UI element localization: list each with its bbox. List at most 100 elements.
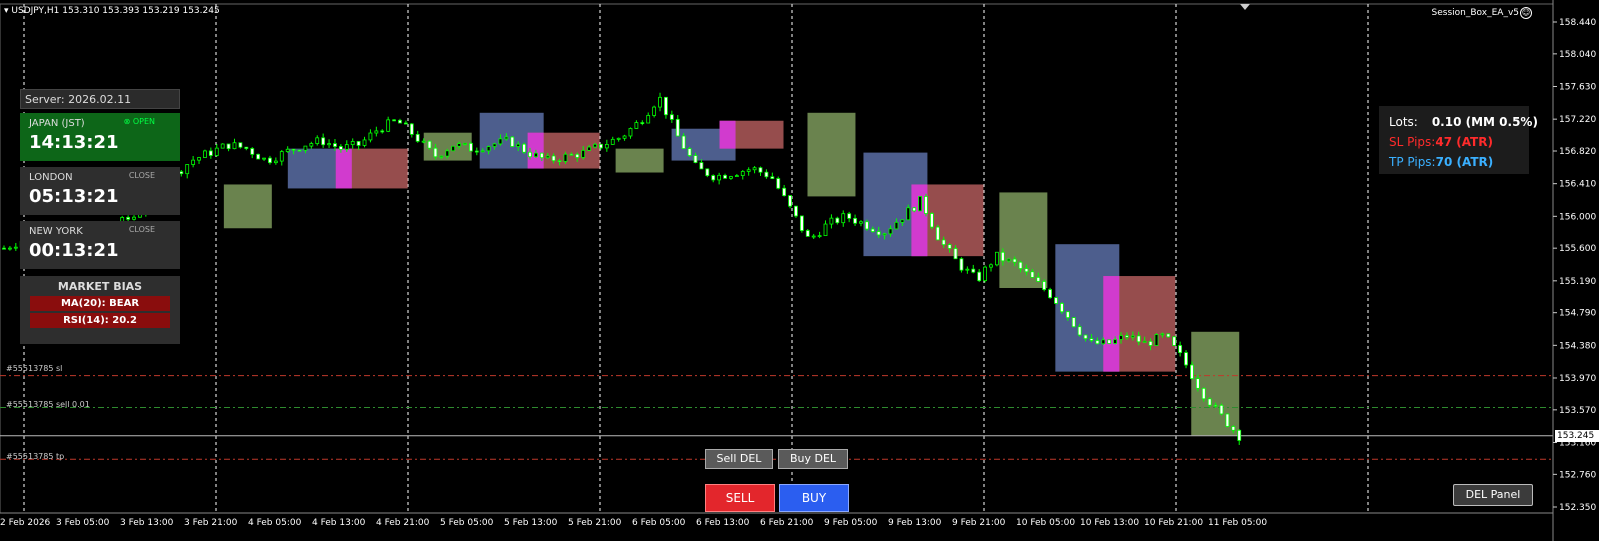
session-time: 14:13:21 <box>29 132 119 153</box>
candle-body <box>1107 339 1112 344</box>
candle-body <box>971 268 976 273</box>
time-tick-label: 4 Feb 13:00 <box>312 518 366 528</box>
dropdown-arrow-icon[interactable]: ▾ <box>4 6 9 16</box>
price-tick-label: 158.440 <box>1559 18 1596 28</box>
sl-line-label[interactable]: #55513785 sl <box>6 364 62 373</box>
candle-body <box>995 251 999 266</box>
candle-body <box>279 151 284 162</box>
candle-body <box>303 145 308 151</box>
candle-body <box>1225 413 1230 427</box>
candle-body <box>445 150 450 157</box>
candle-body <box>368 132 373 141</box>
candle-body <box>315 137 320 144</box>
candle-body <box>1095 340 1100 345</box>
candle-body <box>924 196 928 214</box>
candle-body <box>664 96 668 116</box>
candle-body <box>835 217 840 224</box>
price-tick-label: 152.760 <box>1559 470 1596 480</box>
lots-value: 0.10 (MM 0.5%) <box>1431 115 1538 129</box>
candle-body <box>197 157 201 161</box>
candle-body <box>740 171 745 176</box>
chart-shift-marker[interactable] <box>1240 4 1250 10</box>
candle-body <box>723 174 727 179</box>
plot-frame <box>0 3 1554 514</box>
candle-body <box>1089 338 1094 341</box>
smiley-icon[interactable]: ☺ <box>1520 7 1532 19</box>
candle-body <box>268 157 272 164</box>
candle-body <box>439 155 444 158</box>
candle-body <box>126 217 131 220</box>
candle-body <box>374 130 379 134</box>
time-tick-label: 5 Feb 21:00 <box>568 518 622 528</box>
lots-label: Lots: <box>1389 115 1418 129</box>
candle-body <box>1030 271 1035 278</box>
session-box-tokyo <box>999 192 1048 288</box>
candle-body <box>841 213 846 224</box>
candle-body <box>717 174 722 181</box>
candle-body <box>658 96 662 108</box>
candle-body <box>1006 258 1011 262</box>
candle-body <box>457 143 461 147</box>
time-tick-label: 5 Feb 13:00 <box>504 518 558 528</box>
candle-body <box>829 217 834 225</box>
session-status: CLOSE <box>128 171 155 180</box>
candle-body <box>941 239 946 246</box>
candle-body <box>1154 334 1159 346</box>
candle-body <box>492 143 497 147</box>
tp-line-label[interactable]: #55513785 tp <box>6 452 64 461</box>
candle-body <box>516 143 521 147</box>
candle-body <box>646 115 651 124</box>
candle-body <box>882 233 887 236</box>
candle-body <box>451 145 456 152</box>
candle-body <box>729 176 733 179</box>
sl-pips-label: SL Pips: <box>1389 135 1436 149</box>
time-tick-label: 3 Feb 13:00 <box>120 518 174 528</box>
candle-body <box>693 155 698 163</box>
candle-body <box>433 147 438 158</box>
candle-body <box>469 142 473 152</box>
candle-body <box>675 118 680 137</box>
del-panel-button[interactable]: DEL Panel <box>1453 484 1533 506</box>
candle-body <box>610 138 615 145</box>
candle-body <box>1077 326 1082 336</box>
sell-del-button[interactable]: Sell DEL <box>705 449 773 469</box>
candle-body <box>8 247 12 250</box>
price-tick-label: 153.570 <box>1559 406 1596 416</box>
candle-body <box>770 176 775 179</box>
candle-body <box>415 133 420 142</box>
candle-body <box>409 123 414 135</box>
candle-body <box>906 207 911 221</box>
buy-button[interactable]: BUY <box>779 484 849 512</box>
current-price-tag: 153.245 <box>1555 429 1599 442</box>
candle-body <box>669 114 674 120</box>
candle-body <box>776 178 781 189</box>
time-tick-label: 2 Feb 2026 <box>0 518 51 528</box>
session-japan-panel: JAPAN (JST) ⊗ OPEN 14:13:21 <box>20 113 180 161</box>
candle-body <box>1083 334 1088 340</box>
candle-body <box>244 146 249 149</box>
sell-button[interactable]: SELL <box>705 484 775 512</box>
candle-body <box>1178 345 1183 353</box>
time-tick-label: 6 Feb 05:00 <box>632 518 686 528</box>
candle-body <box>392 119 396 122</box>
symbol-info: ▾ USDJPY,H1 153.310 153.393 153.219 153.… <box>4 6 220 16</box>
candle-body <box>687 148 692 156</box>
time-tick-label: 5 Feb 05:00 <box>440 518 494 528</box>
candle-body <box>947 244 952 249</box>
candle-body <box>214 147 219 156</box>
candle-body <box>528 151 532 158</box>
candle-body <box>1136 335 1141 343</box>
price-tick-label: 154.790 <box>1559 309 1596 319</box>
candle-body <box>888 228 893 235</box>
candle-body <box>427 140 432 149</box>
candle-body <box>965 268 970 271</box>
candle-body <box>250 148 255 155</box>
buy-del-button[interactable]: Buy DEL <box>778 449 848 469</box>
candle-body <box>705 168 710 176</box>
candle-body <box>498 138 503 145</box>
candle-body <box>273 160 278 164</box>
candle-body <box>551 155 556 162</box>
candle-body <box>534 152 538 158</box>
entry-line-label[interactable]: #55513785 sell 0.01 <box>6 400 90 409</box>
candle-body <box>847 213 852 219</box>
